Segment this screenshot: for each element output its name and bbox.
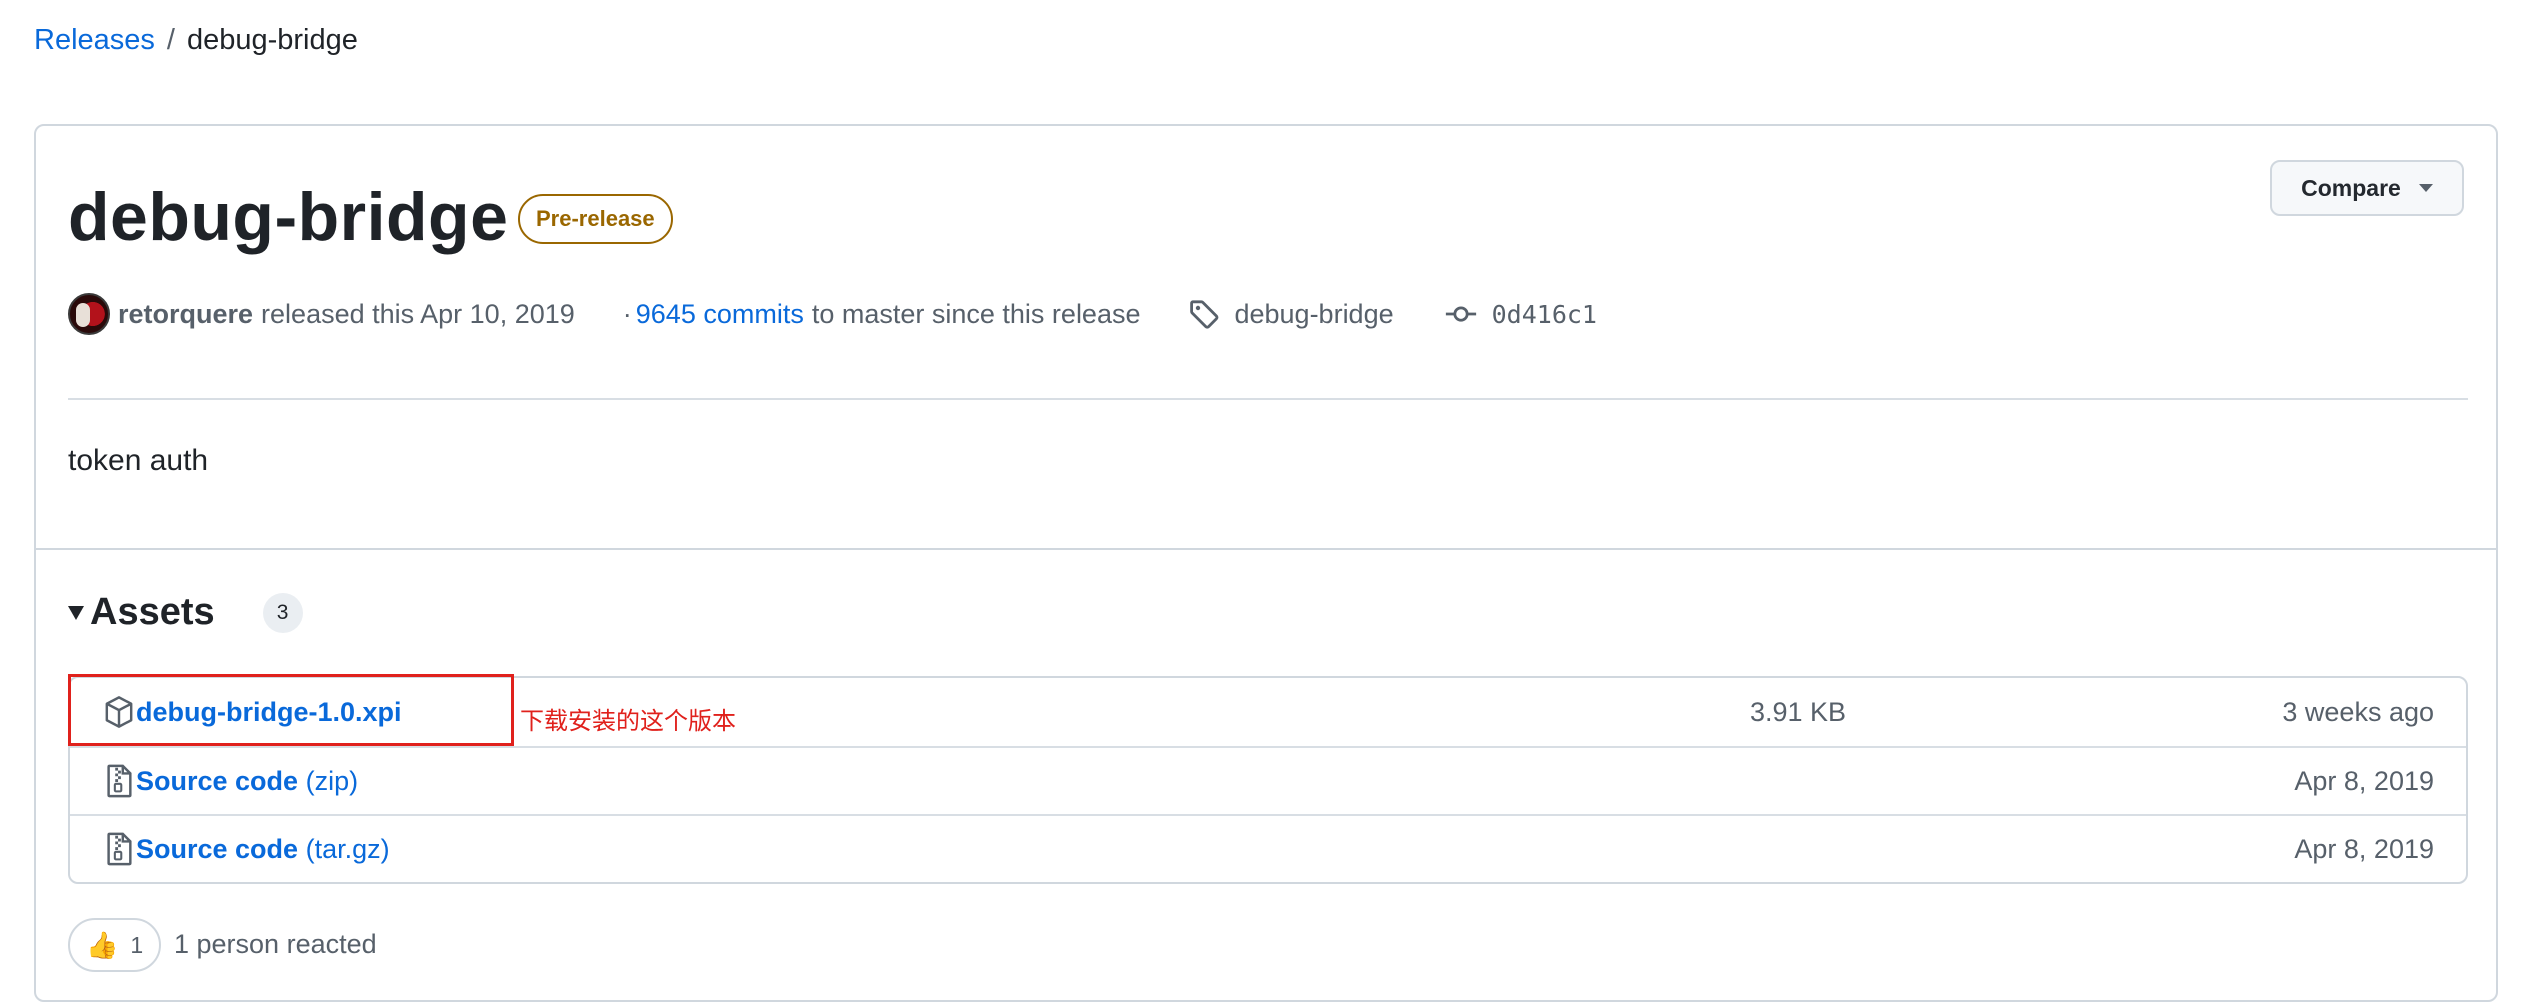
- prerelease-badge: Pre-release: [518, 194, 673, 244]
- avatar[interactable]: [68, 293, 110, 335]
- tag-link[interactable]: debug-bridge: [1234, 299, 1393, 330]
- card-divider: [36, 548, 2496, 550]
- asset-date: Apr 8, 2019: [2294, 765, 2434, 796]
- reaction-summary: 1 person reacted: [174, 929, 377, 959]
- thumbs-up-icon: 👍: [86, 929, 119, 960]
- release-meta: retorquere released this Apr 10, 2019 · …: [68, 292, 1597, 336]
- released-date: released this Apr 10, 2019: [261, 298, 575, 329]
- breadcrumb-releases-link[interactable]: Releases: [34, 20, 155, 60]
- caret-down-icon: [2418, 184, 2433, 192]
- tag-icon: [1190, 300, 1219, 329]
- asset-row: Source code (zip) Apr 8, 2019: [70, 746, 2466, 814]
- meta-dot: ·: [622, 298, 632, 329]
- release-notes: token auth: [68, 444, 209, 477]
- release-title[interactable]: debug-bridge: [68, 172, 508, 262]
- header-divider: [68, 398, 2468, 400]
- compare-button[interactable]: Compare: [2270, 160, 2464, 216]
- file-zip-icon: [107, 764, 132, 798]
- file-zip-icon: [107, 832, 132, 866]
- assets-toggle[interactable]: Assets 3: [68, 591, 303, 634]
- breadcrumb: Releases / debug-bridge: [34, 20, 358, 60]
- source-code-zip-link[interactable]: Source code (zip): [136, 766, 358, 797]
- asset-row: Source code (tar.gz) Apr 8, 2019: [70, 814, 2466, 882]
- release-card: debug-bridge Pre-release Compare retorqu…: [34, 124, 2498, 1002]
- commits-suffix: to master since this release: [811, 298, 1141, 329]
- git-commit-icon: [1445, 306, 1476, 322]
- reaction-count: 1: [130, 931, 144, 958]
- asset-size: 3.91 KB: [1750, 696, 1847, 727]
- commits-link[interactable]: 9645 commits: [636, 299, 804, 330]
- compare-button-label: Compare: [2301, 174, 2401, 201]
- release-header: debug-bridge Pre-release Compare retorqu…: [36, 126, 2496, 546]
- annotation-highlight-box: [68, 674, 514, 746]
- commit-sha-link[interactable]: 0d416c1: [1492, 300, 1597, 329]
- asset-date: 3 weeks ago: [2282, 696, 2434, 727]
- annotation-note: 下载安装的这个版本: [520, 707, 736, 735]
- assets-count-badge: 3: [262, 592, 303, 633]
- breadcrumb-current: debug-bridge: [186, 24, 358, 56]
- author-link[interactable]: retorquere: [118, 299, 253, 330]
- reaction-button[interactable]: 👍 1: [68, 918, 162, 972]
- breadcrumb-separator: /: [166, 24, 175, 56]
- disclosure-triangle-icon: [68, 605, 84, 620]
- source-code-targz-link[interactable]: Source code (tar.gz): [136, 834, 390, 865]
- assets-title: Assets: [90, 591, 215, 633]
- asset-date: Apr 8, 2019: [2294, 833, 2434, 864]
